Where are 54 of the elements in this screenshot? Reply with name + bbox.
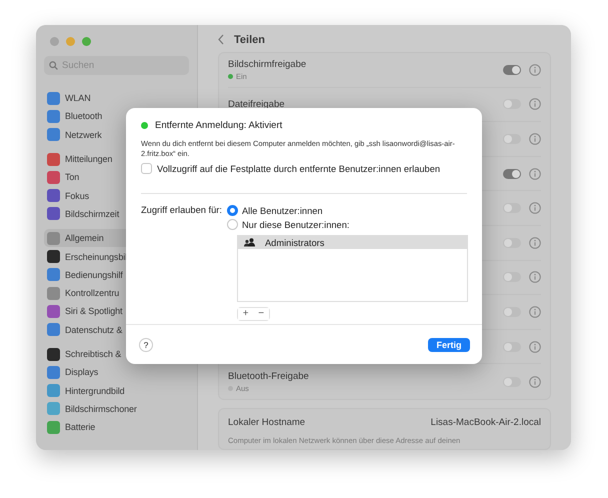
sidebar-item[interactable]: Datenschutz & <box>44 320 189 339</box>
hostname-value: Lisas-MacBook-Air-2.local <box>430 417 541 428</box>
info-icon[interactable] <box>529 64 541 76</box>
toggle-switch[interactable] <box>503 376 521 387</box>
window-title: Teilen <box>234 34 265 46</box>
info-icon[interactable] <box>529 202 541 214</box>
radio-button[interactable] <box>226 219 238 230</box>
toggle-switch[interactable] <box>503 168 521 179</box>
back-icon[interactable] <box>218 34 224 46</box>
sidebar-item[interactable]: Bedienungshilf <box>44 266 189 284</box>
info-icon[interactable] <box>529 306 541 318</box>
zoom-button[interactable] <box>82 37 91 46</box>
sidebar-item[interactable]: Displays <box>44 363 189 382</box>
info-icon[interactable] <box>529 133 541 146</box>
service-name: Bluetooth-Freigabe <box>228 370 310 382</box>
sidebar-item[interactable]: WLAN <box>44 89 189 108</box>
toggle-switch[interactable] <box>503 272 521 282</box>
checkbox[interactable] <box>141 163 152 174</box>
info-icon[interactable] <box>529 340 541 353</box>
toggle-switch[interactable] <box>503 99 521 110</box>
radio-label: Nur diese Benutzer:innen: <box>242 220 350 230</box>
toggle-switch[interactable] <box>503 203 521 214</box>
toggle-switch[interactable] <box>503 307 521 318</box>
access-label: Zugriff erlauben für: <box>141 205 222 218</box>
sidebar-item[interactable]: Bildschirmschoner <box>44 400 189 418</box>
toggle-switch[interactable] <box>503 238 521 248</box>
search-icon <box>49 61 58 70</box>
info-icon[interactable] <box>529 271 541 284</box>
radio-label: Alle Benutzer:innen <box>242 206 323 216</box>
help-button[interactable]: ? <box>139 338 153 352</box>
group-icon <box>244 238 256 248</box>
service-name: Dateifreigabe <box>228 98 286 110</box>
service-name: Bildschirmfreigabe <box>228 58 308 70</box>
radio-button[interactable] <box>226 205 238 216</box>
sidebar-item[interactable]: Hintergrundbild <box>44 381 189 400</box>
info-icon[interactable] <box>529 236 541 249</box>
minimize-button[interactable] <box>66 37 75 46</box>
toggle-switch[interactable] <box>503 134 521 144</box>
toggle-switch[interactable] <box>503 64 521 75</box>
toggle-switch[interactable] <box>503 342 521 352</box>
sidebar-item[interactable]: Fokus <box>44 186 189 205</box>
done-button[interactable]: Fertig <box>428 338 470 352</box>
sidebar-item[interactable]: Erscheinungsbil <box>44 247 189 266</box>
info-icon[interactable] <box>529 376 541 388</box>
info-icon[interactable] <box>529 168 541 180</box>
sidebar-item[interactable]: Siri & Spotlight <box>44 302 189 321</box>
info-icon[interactable] <box>529 98 541 110</box>
sidebar-item[interactable]: Batterie <box>44 418 189 436</box>
hostname-label: Lokaler Hostname <box>228 417 306 428</box>
close-button[interactable] <box>50 37 59 46</box>
user-row[interactable]: Administrators <box>238 236 467 250</box>
dialog-title: Entfernte Anmeldung: Aktiviert <box>155 120 282 131</box>
checkbox-label: Vollzugriff auf die Festplatte durch entfernte Benutzer:innen erlauben <box>157 164 440 174</box>
sidebar-item[interactable]: Kontrollzentru <box>44 284 189 302</box>
